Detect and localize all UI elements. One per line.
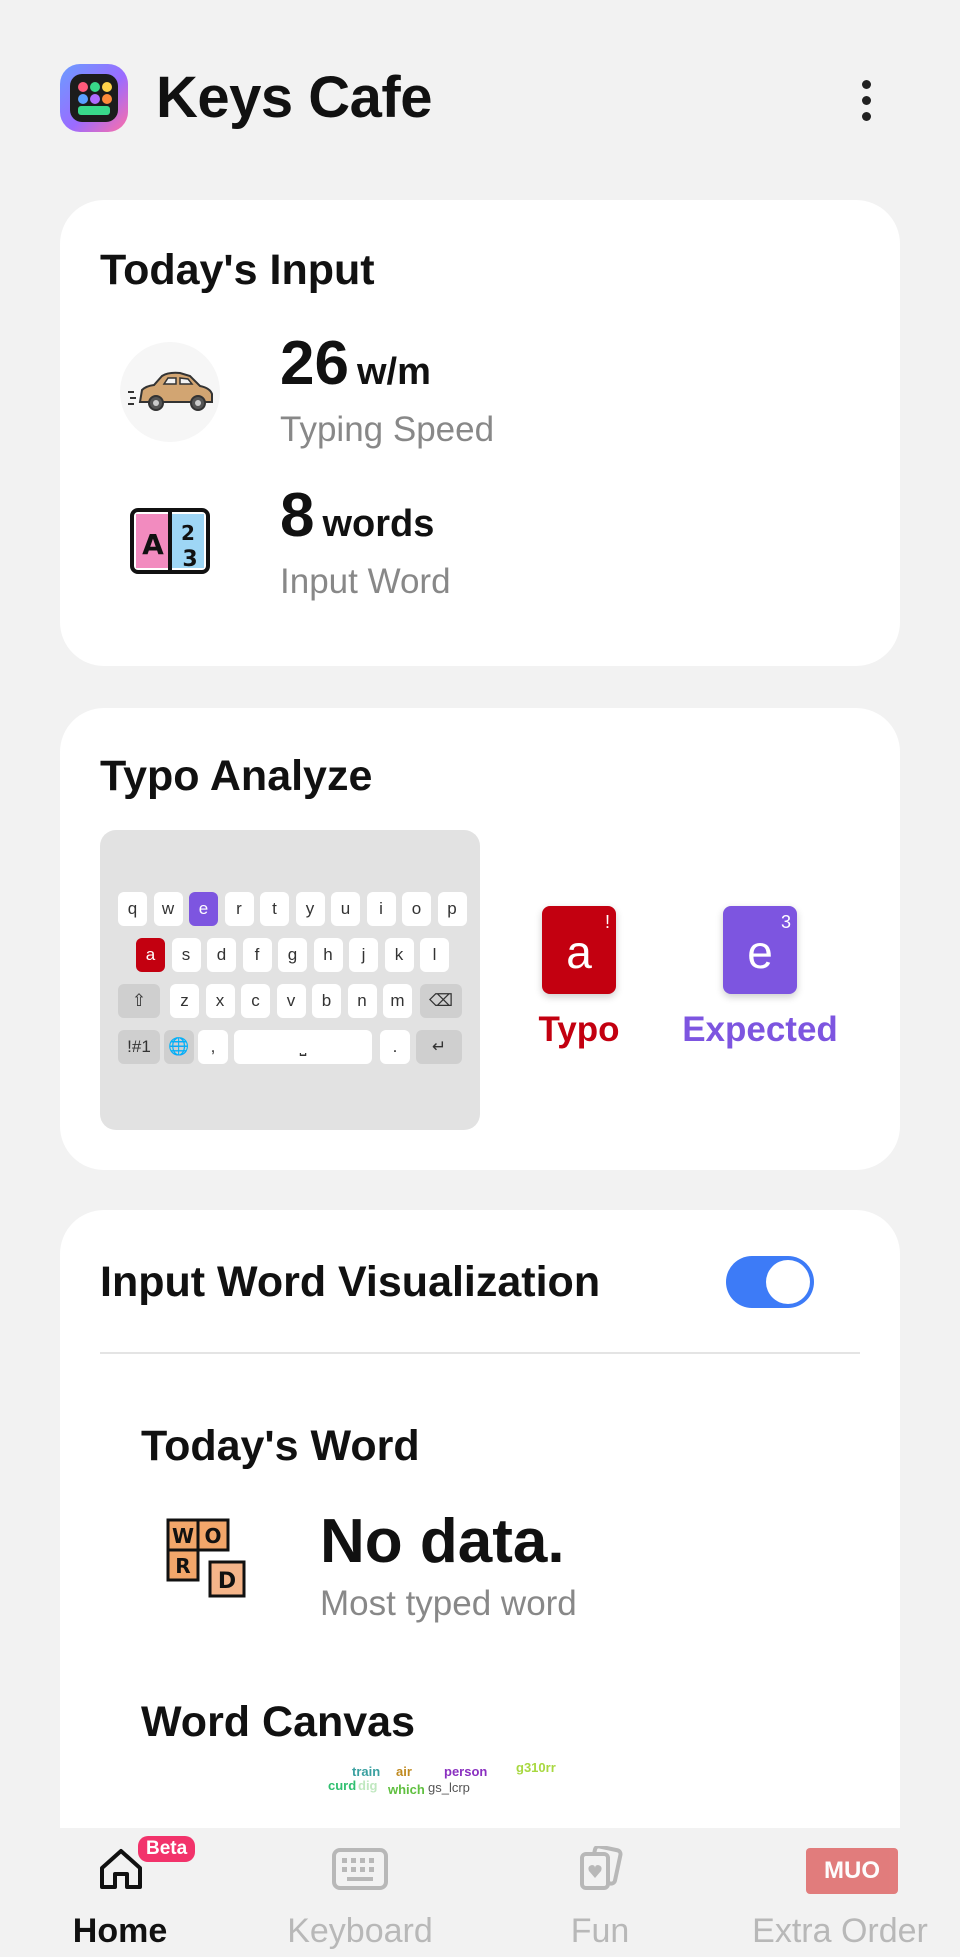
typo-key: a ! (542, 906, 616, 994)
typo-key-char: a (566, 926, 592, 978)
key-w: w (153, 892, 183, 926)
expected-key: e 3 (723, 906, 797, 994)
key-n: n (347, 984, 377, 1018)
key-enter: ↵ (416, 1030, 462, 1064)
todays-word-title: Today's Word (141, 1422, 420, 1470)
typo-analyze-title: Typo Analyze (100, 752, 373, 800)
todays-input-title: Today's Input (100, 246, 375, 294)
key-e: e (189, 892, 218, 926)
key-l: l (420, 938, 449, 972)
canvas-word: train (352, 1764, 381, 1779)
todays-input-card: Today's Input 26 w/m Typing Speed A 2 3 8… (60, 200, 900, 666)
typing-speed-label: Typing Speed (280, 410, 495, 449)
canvas-word: curd (328, 1778, 357, 1793)
key-comma: , (198, 1030, 228, 1064)
canvas-word: which (388, 1782, 425, 1797)
key-symbols: !#1 (118, 1030, 160, 1064)
nav-keyboard-label: Keyboard (287, 1912, 433, 1950)
key-t: t (260, 892, 289, 926)
nav-home[interactable]: Beta Home (0, 1828, 240, 1957)
typing-speed-number: 26 (280, 329, 349, 398)
nav-fun[interactable]: Fun (480, 1828, 720, 1957)
key-globe: 🌐 (164, 1030, 194, 1064)
key-shift: ⇧ (118, 984, 160, 1018)
nav-fun-label: Fun (570, 1912, 630, 1950)
canvas-word: person (444, 1764, 488, 1779)
nav-home-label: Home (72, 1912, 168, 1950)
svg-text:O: O (204, 1524, 221, 1548)
key-i: i (366, 892, 396, 926)
svg-text:D: D (218, 1569, 236, 1594)
canvas-word: gs_lcrp (428, 1780, 470, 1795)
input-word-label: Input Word (280, 562, 451, 601)
nav-extra-order-label: Extra Order (752, 1912, 928, 1950)
letter-number-icon: A 2 3 (126, 500, 230, 604)
expected-label: Expected (682, 1010, 838, 1049)
key-d: d (207, 938, 236, 972)
visualization-title: Input Word Visualization (100, 1258, 601, 1306)
key-period: . (380, 1030, 410, 1064)
key-u: u (331, 892, 360, 926)
todays-word-value: No data. (320, 1507, 565, 1576)
key-f: f (242, 938, 272, 972)
key-s: s (171, 938, 201, 972)
divider (100, 1352, 860, 1354)
key-x: x (205, 984, 235, 1018)
key-space: ⎵ (234, 1030, 372, 1064)
key-backspace: ⌫ (420, 984, 462, 1018)
cards-icon (578, 1844, 624, 1892)
svg-text:A: A (142, 528, 164, 561)
expected-key-badge: 3 (780, 912, 791, 932)
key-j: j (349, 938, 378, 972)
word-tiles-icon: W O R D (166, 1518, 250, 1602)
keyboard-preview: q w e r t y u i o p a s d f g h j k l ⇧ z x c v b n m ⌫ !#1 🌐, ⎵. ↵ (100, 830, 480, 1130)
canvas-word: dig (358, 1778, 378, 1793)
key-g: g (278, 938, 307, 972)
key-b: b (312, 984, 341, 1018)
typo-label: Typo (538, 1010, 620, 1049)
todays-word-label: Most typed word (320, 1584, 577, 1623)
key-h: h (313, 938, 343, 972)
typo-analyze-card[interactable]: Typo Analyze q w e r t y u i o p a s d f g h j k l ⇧ z x c v b n m… (60, 708, 900, 1170)
visualization-toggle[interactable] (726, 1256, 814, 1308)
app-title: Keys Cafe (156, 65, 432, 130)
svg-text:R: R (175, 1554, 190, 1578)
key-v: v (276, 984, 306, 1018)
keyboard-icon (332, 1846, 388, 1892)
typing-speed-value: 26 w/m (280, 328, 431, 399)
key-a: a (136, 938, 165, 972)
key-o: o (402, 892, 431, 926)
input-word-value: 8 words (280, 480, 434, 551)
key-y: y (295, 892, 325, 926)
typing-speed-unit: w/m (356, 351, 431, 393)
key-q: q (118, 892, 147, 926)
svg-text:3: 3 (182, 547, 197, 572)
typo-key-badge: ! (604, 912, 610, 932)
input-word-number: 8 (280, 481, 315, 550)
car-icon (118, 340, 222, 444)
svg-text:W: W (172, 1524, 194, 1548)
beta-badge: Beta (138, 1836, 196, 1862)
svg-text:2: 2 (181, 521, 195, 545)
word-canvas: train air person g310rr curd dig which g… (320, 1758, 560, 1818)
input-word-unit: words (322, 503, 435, 545)
canvas-word: air (396, 1764, 412, 1779)
key-z: z (170, 984, 199, 1018)
nav-keyboard[interactable]: Keyboard (240, 1828, 480, 1957)
more-options-button[interactable] (846, 76, 886, 124)
watermark-logo: MUO (806, 1848, 898, 1894)
app-logo-icon (60, 64, 128, 132)
key-p: p (437, 892, 467, 926)
key-r: r (224, 892, 254, 926)
app-header: Keys Cafe (0, 0, 960, 200)
key-k: k (384, 938, 414, 972)
key-m: m (383, 984, 412, 1018)
expected-key-char: e (747, 926, 773, 978)
visualization-card: Input Word Visualization Today's Word W … (60, 1210, 900, 1910)
word-canvas-title: Word Canvas (141, 1698, 415, 1746)
key-c: c (241, 984, 270, 1018)
canvas-word: g310rr (516, 1760, 556, 1775)
